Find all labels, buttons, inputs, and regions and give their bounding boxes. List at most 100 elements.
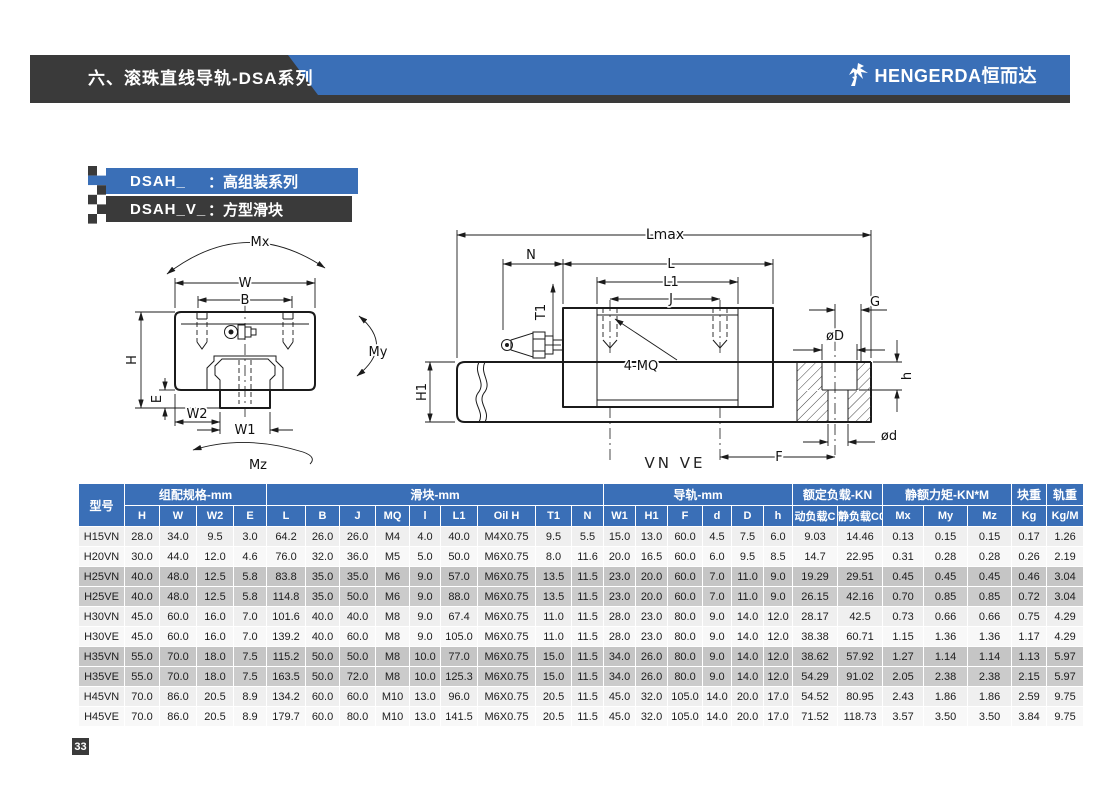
table-cell: 3.04 bbox=[1047, 587, 1084, 607]
table-cell: 34.0 bbox=[604, 667, 636, 687]
dim-label-h1: H1 bbox=[415, 383, 430, 401]
front-view-drawing: W B Mx H E W2 W1 My Mz bbox=[125, 235, 388, 473]
dim-label-w: W bbox=[239, 276, 252, 291]
column-header: L bbox=[267, 506, 306, 527]
table-cell: 3.84 bbox=[1012, 707, 1047, 727]
table-row: H35VN55.070.018.07.5115.250.050.0M810.07… bbox=[79, 647, 1084, 667]
table-cell: 7.0 bbox=[234, 627, 267, 647]
table-row: H45VN70.086.020.58.9134.260.060.0M1013.0… bbox=[79, 687, 1084, 707]
table-cell: 35.0 bbox=[340, 567, 376, 587]
table-cell: 9.0 bbox=[703, 667, 732, 687]
table-cell: 3.50 bbox=[924, 707, 968, 727]
model-cell: H35VE bbox=[79, 667, 125, 687]
table-cell: 9.0 bbox=[703, 627, 732, 647]
column-header: My bbox=[924, 506, 968, 527]
table-cell: 0.31 bbox=[883, 547, 924, 567]
table-cell: M6X0.75 bbox=[478, 667, 536, 687]
table-cell: 7.5 bbox=[732, 527, 764, 547]
table-cell: 20.0 bbox=[604, 547, 636, 567]
table-cell: 11.5 bbox=[572, 707, 604, 727]
column-header: W bbox=[160, 506, 197, 527]
table-cell: 14.0 bbox=[703, 707, 732, 727]
table-cell: 60.71 bbox=[838, 627, 883, 647]
column-header: H bbox=[125, 506, 160, 527]
table-cell: 14.0 bbox=[732, 607, 764, 627]
table-cell: 2.19 bbox=[1047, 547, 1084, 567]
table-cell: 45.0 bbox=[604, 707, 636, 727]
table-cell: M10 bbox=[376, 707, 410, 727]
table-cell: 0.15 bbox=[924, 527, 968, 547]
table-cell: 80.0 bbox=[668, 667, 703, 687]
table-cell: 32.0 bbox=[636, 687, 668, 707]
table-cell: 29.51 bbox=[838, 567, 883, 587]
table-cell: M6 bbox=[376, 567, 410, 587]
table-cell: 11.0 bbox=[732, 567, 764, 587]
table-cell: 20.0 bbox=[732, 687, 764, 707]
table-cell: M6X0.75 bbox=[478, 627, 536, 647]
column-header: W2 bbox=[197, 506, 234, 527]
group-header: 块重 bbox=[1012, 484, 1047, 506]
table-cell: 15.0 bbox=[604, 527, 636, 547]
table-cell: 9.0 bbox=[764, 567, 793, 587]
table-cell: 71.52 bbox=[793, 707, 838, 727]
table-cell: 18.0 bbox=[197, 647, 234, 667]
table-cell: 40.0 bbox=[306, 607, 340, 627]
table-cell: 9.5 bbox=[197, 527, 234, 547]
table-cell: 4.29 bbox=[1047, 607, 1084, 627]
table-cell: 12.5 bbox=[197, 587, 234, 607]
table-cell: 80.95 bbox=[838, 687, 883, 707]
table-cell: 11.6 bbox=[572, 547, 604, 567]
table-cell: 0.75 bbox=[1012, 607, 1047, 627]
table-row: H20VN30.044.012.04.676.032.036.0M55.050.… bbox=[79, 547, 1084, 567]
table-cell: 9.03 bbox=[793, 527, 838, 547]
table-cell: 2.05 bbox=[883, 667, 924, 687]
table-cell: 60.0 bbox=[668, 527, 703, 547]
table-cell: 1.27 bbox=[883, 647, 924, 667]
dim-label-depth-h: h bbox=[900, 372, 915, 380]
table-cell: 0.28 bbox=[924, 547, 968, 567]
dim-label-h: H bbox=[125, 355, 140, 365]
dim-label-w2: W2 bbox=[186, 407, 207, 422]
table-cell: 50.0 bbox=[306, 667, 340, 687]
table-cell: 7.0 bbox=[703, 587, 732, 607]
table-cell: 1.17 bbox=[1012, 627, 1047, 647]
table-cell: 40.0 bbox=[125, 587, 160, 607]
table-cell: 163.5 bbox=[267, 667, 306, 687]
model-cell: H30VN bbox=[79, 607, 125, 627]
table-row: H15VN28.034.09.53.064.226.026.0M44.040.0… bbox=[79, 527, 1084, 547]
column-header: B bbox=[306, 506, 340, 527]
banner-series-code: DSAH_ bbox=[130, 173, 208, 190]
table-cell: 0.45 bbox=[924, 567, 968, 587]
table-cell: 11.5 bbox=[572, 607, 604, 627]
table-cell: 23.0 bbox=[604, 587, 636, 607]
table-cell: 60.0 bbox=[160, 607, 197, 627]
dim-label-g: G bbox=[870, 295, 880, 310]
table-cell: 0.26 bbox=[1012, 547, 1047, 567]
dim-label-t1: T1 bbox=[534, 304, 549, 321]
table-cell: 5.8 bbox=[234, 567, 267, 587]
table-cell: 60.0 bbox=[160, 627, 197, 647]
table-cell: 57.92 bbox=[838, 647, 883, 667]
table-cell: 2.38 bbox=[968, 667, 1012, 687]
table-cell: 4.29 bbox=[1047, 627, 1084, 647]
table-cell: 5.0 bbox=[410, 547, 441, 567]
table-cell: 0.17 bbox=[1012, 527, 1047, 547]
column-header: d bbox=[703, 506, 732, 527]
table-cell: 141.5 bbox=[441, 707, 478, 727]
model-cell: H45VN bbox=[79, 687, 125, 707]
spec-table: 型号组配规格-mm滑块-mm导轨-mm额定负载-KN静额力矩-KN*M块重轨重H… bbox=[78, 483, 1084, 727]
group-header: 额定负载-KN bbox=[793, 484, 883, 506]
table-cell: 42.5 bbox=[838, 607, 883, 627]
column-header: l bbox=[410, 506, 441, 527]
table-cell: 60.0 bbox=[668, 587, 703, 607]
table-cell: 72.0 bbox=[340, 667, 376, 687]
table-cell: 20.5 bbox=[197, 707, 234, 727]
table-cell: 86.0 bbox=[160, 687, 197, 707]
table-cell: 10.0 bbox=[410, 667, 441, 687]
table-row: H35VE55.070.018.07.5163.550.072.0M810.01… bbox=[79, 667, 1084, 687]
column-header: E bbox=[234, 506, 267, 527]
banner-high-assembly: DSAH_ ：高组装系列 bbox=[106, 168, 358, 194]
drawing-caption: VN VE bbox=[645, 454, 706, 472]
column-header: Kg/M bbox=[1047, 506, 1084, 527]
table-cell: 139.2 bbox=[267, 627, 306, 647]
